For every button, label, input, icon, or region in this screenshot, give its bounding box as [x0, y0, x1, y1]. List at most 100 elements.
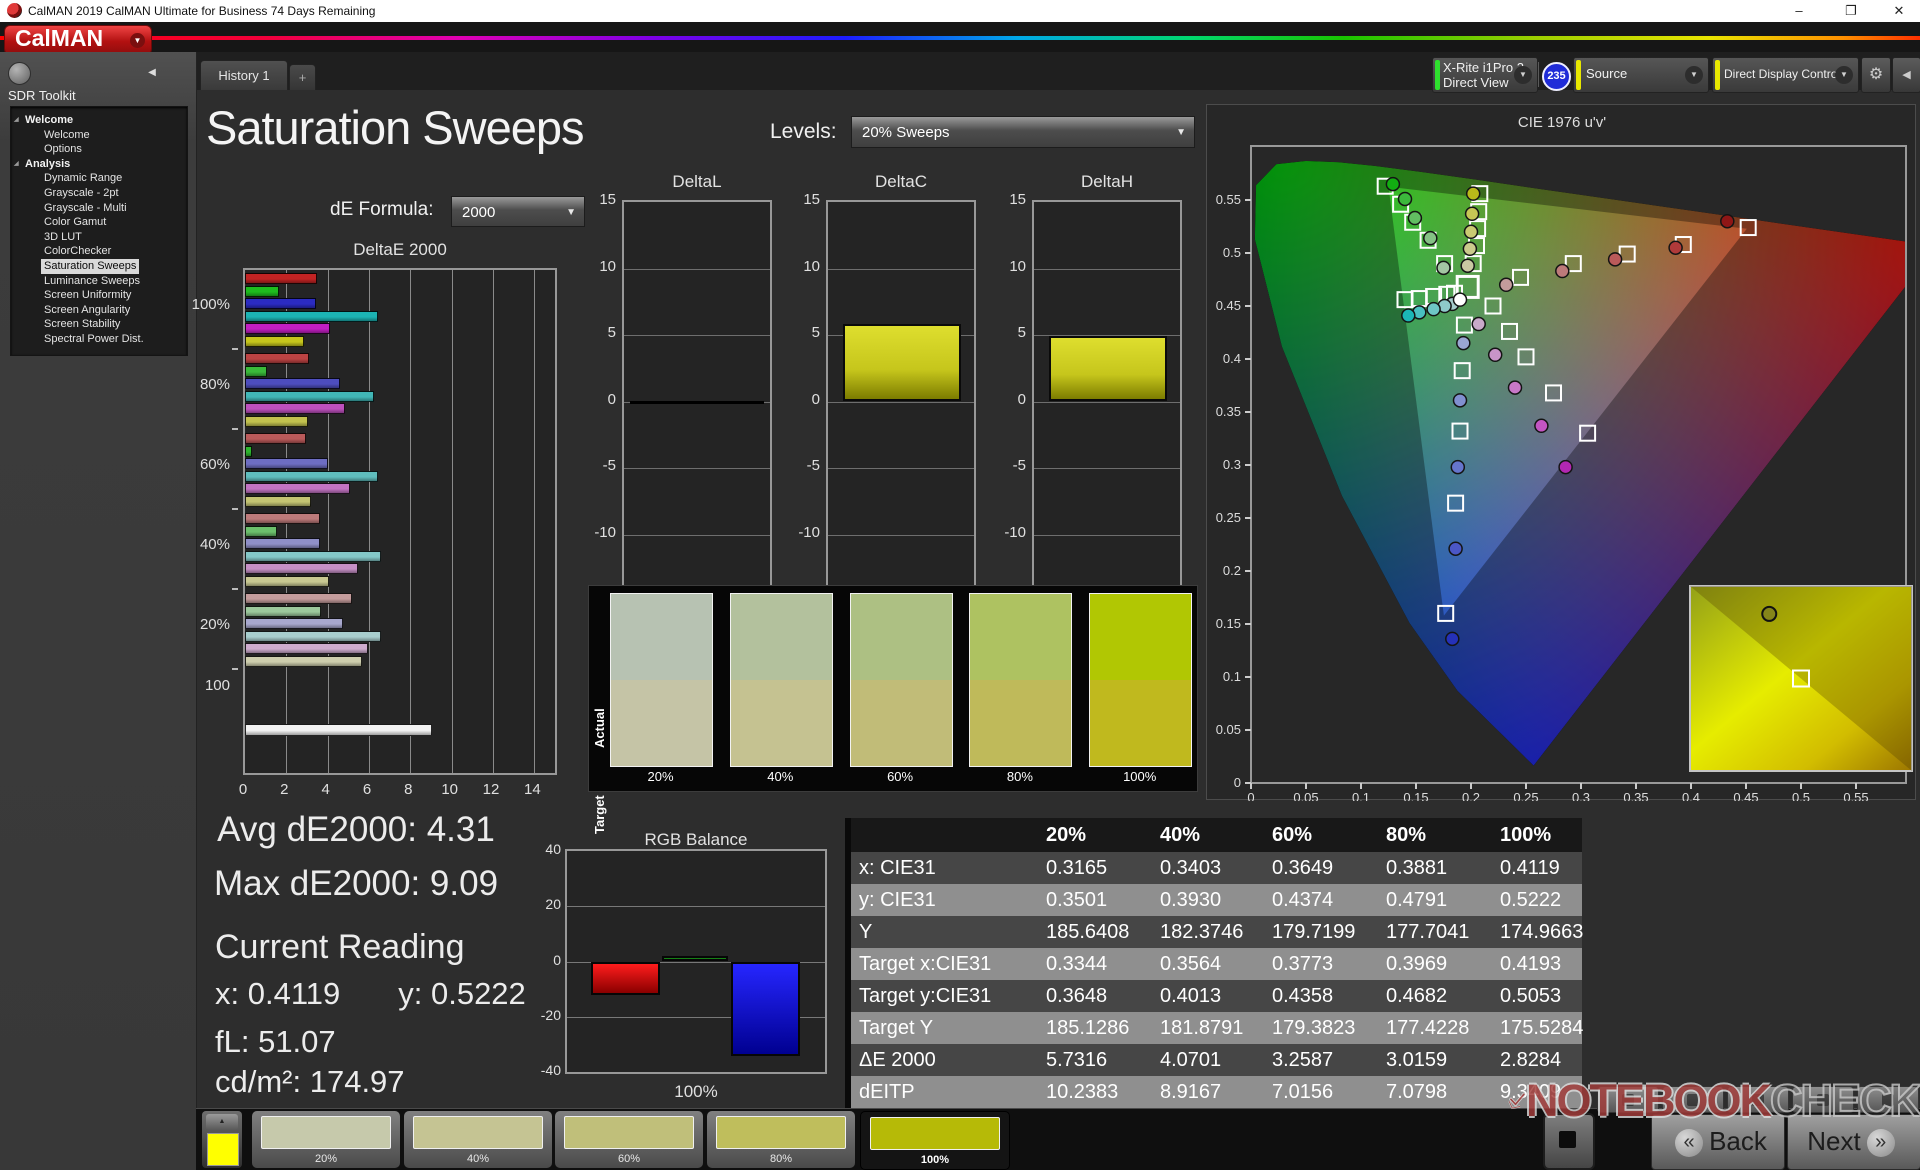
y-tick-label: 5 [811, 324, 820, 341]
display-control-dropdown[interactable]: Direct Display Control ▼ [1712, 57, 1859, 93]
deltac-bar [843, 324, 961, 402]
sidebar-group-welcome[interactable]: ◢ Welcome [11, 113, 187, 128]
svg-text:0.25: 0.25 [1513, 790, 1538, 801]
meter-name: X-Rite i1Pro 2 [1443, 60, 1524, 75]
svg-text:0.3: 0.3 [1572, 790, 1590, 801]
sidebar-item-saturation-sweeps[interactable]: Saturation Sweeps [11, 258, 187, 274]
sidebar-item-luminance-sweeps[interactable]: Luminance Sweeps [11, 274, 187, 289]
minimize-icon[interactable]: – [1782, 1, 1816, 21]
group-label-100: 100 [204, 677, 230, 694]
stop-button[interactable] [1543, 1113, 1595, 1170]
deltae-plot [243, 268, 557, 775]
close-icon[interactable]: ✕ [1882, 1, 1916, 21]
sidebar-item-screen-angularity[interactable]: Screen Angularity [11, 303, 187, 318]
sample-button-80[interactable]: 80% [707, 1111, 855, 1168]
transport-button-2[interactable] [1662, 1086, 1724, 1113]
de-formula-dropdown[interactable]: 2000 ▼ [451, 196, 585, 227]
svg-text:0.5: 0.5 [1223, 245, 1241, 260]
back-button[interactable]: «Back [1651, 1114, 1785, 1170]
table-cell: 179.7199 [1272, 921, 1356, 943]
sidebar-item-colorchecker[interactable]: ColorChecker [11, 244, 187, 259]
table-cell: 0.5053 [1500, 985, 1562, 1007]
chevron-down-icon[interactable]: ▼ [1835, 66, 1853, 84]
transport-icon [1622, 1093, 1634, 1106]
next-button[interactable]: Next» [1787, 1114, 1920, 1170]
expander-icon[interactable]: ◢ [14, 113, 19, 128]
group-label-80: 80% [199, 376, 230, 393]
cie-measured-point-yellow [1465, 186, 1481, 201]
de-bar-40-2 [245, 538, 321, 549]
workflow-status-icon[interactable] [8, 62, 31, 85]
levels-dropdown[interactable]: 20% Sweeps ▼ [851, 116, 1195, 148]
sample-button-100[interactable]: 100% [860, 1111, 1010, 1170]
current-reading-xy: x: 0.4119 y: 0.5222 [215, 976, 526, 1012]
table-header-row: 20% 40% 60% 80% 100% [851, 818, 1582, 853]
rgb-balance-plot [565, 849, 827, 1074]
display-control-status-bar [1715, 60, 1720, 90]
cie-measured-point-blue [1445, 631, 1460, 647]
gridline [624, 268, 770, 270]
sidebar-item-screen-uniformity[interactable]: Screen Uniformity [11, 288, 187, 303]
sidebar-collapse-icon[interactable]: ◀ [142, 62, 162, 83]
svg-text:0.4: 0.4 [1682, 790, 1700, 801]
tab-history-1[interactable]: History 1 [200, 60, 288, 90]
transport-button-5[interactable] [1857, 1086, 1919, 1113]
expander-icon[interactable]: ◢ [14, 157, 19, 172]
display-control-label: Direct Display Control [1724, 67, 1841, 81]
swatch-column-100 [1089, 593, 1193, 767]
sidebar-item-options[interactable]: Options [11, 142, 187, 157]
add-tab-button[interactable]: + [289, 64, 316, 90]
chevron-down-icon[interactable]: ▼ [1685, 66, 1703, 84]
restore-icon[interactable]: ❐ [1834, 1, 1868, 21]
sidebar-item-screen-stability[interactable]: Screen Stability [11, 317, 187, 332]
cie-measured-point-blue [1456, 335, 1471, 351]
sidebar-group-analysis[interactable]: ◢ Analysis [11, 157, 187, 172]
gridline [493, 270, 494, 773]
table-cell: 179.3823 [1272, 1017, 1356, 1039]
source-dropdown[interactable]: Source ▼ [1573, 57, 1709, 93]
deltae-x-axis: 0 2 4 6 8 10 12 14 [239, 781, 573, 801]
sidebar-item-welcome[interactable]: Welcome [11, 128, 187, 143]
transport-button-1[interactable] [1597, 1086, 1659, 1113]
svg-text:0.3: 0.3 [1223, 457, 1241, 472]
table-cell: 174.9663 [1500, 921, 1584, 943]
gridline [624, 468, 770, 469]
svg-text:0.5: 0.5 [1792, 790, 1810, 801]
cie-measured-point-green [1423, 230, 1438, 246]
sidebar-item-grayscale-2pt[interactable]: Grayscale - 2pt [11, 186, 187, 201]
sample-button-40[interactable]: 40% [404, 1111, 552, 1168]
up-arrow-icon[interactable]: ▲ [206, 1114, 238, 1130]
y-tick-label: 0 [607, 390, 616, 408]
y-tick-label: -10 [594, 523, 616, 541]
gear-icon[interactable]: ⚙ [1861, 57, 1891, 93]
collapse-panel-icon[interactable]: ◀ [1892, 57, 1920, 93]
group-label-40: 40% [199, 536, 230, 553]
cie-measured-point-blue [1448, 541, 1463, 556]
calman-logo-menu[interactable]: CalMAN ▼ [4, 25, 152, 55]
reading-y: y: 0.5222 [398, 976, 526, 1011]
table-cell: 0.4682 [1386, 985, 1448, 1007]
sidebar-item-spectral-power-dist[interactable]: Spectral Power Dist. [11, 332, 187, 347]
sidebar-item-3d-lut[interactable]: 3D LUT [11, 230, 187, 245]
rgb-bar-red [591, 961, 660, 996]
sidebar-item-grayscale-multi[interactable]: Grayscale - Multi [11, 201, 187, 216]
sample-button-60[interactable]: 60% [555, 1111, 703, 1168]
de-bar-100-1 [245, 285, 280, 297]
table-cell: 0.4791 [1386, 889, 1448, 911]
sidebar-item-dynamic-range[interactable]: Dynamic Range [11, 171, 187, 186]
table-row-target-y: Target Y 185.1286 181.8791 179.3823 177.4228… [851, 1012, 1583, 1045]
page-title: Saturation Sweeps [206, 101, 585, 154]
transport-button-3[interactable] [1727, 1086, 1789, 1113]
transport-button-4[interactable] [1792, 1086, 1854, 1113]
gridline [1034, 534, 1180, 536]
y-tick-label: 10 [599, 257, 616, 275]
logo-dropdown-icon[interactable]: ▼ [130, 33, 145, 48]
sidebar-item-color-gamut[interactable]: Color Gamut [11, 215, 187, 230]
row-label: Target y:CIE31 [859, 985, 992, 1007]
target-swatch [611, 680, 712, 766]
chevron-down-icon[interactable]: ▼ [1514, 66, 1532, 84]
deltah-plot [1032, 200, 1182, 603]
sample-button-20[interactable]: 20% [252, 1111, 400, 1168]
meter-dropdown[interactable]: X-Rite i1Pro 2 Direct View ▼ [1432, 57, 1538, 93]
svg-text:0.45: 0.45 [1216, 298, 1241, 313]
